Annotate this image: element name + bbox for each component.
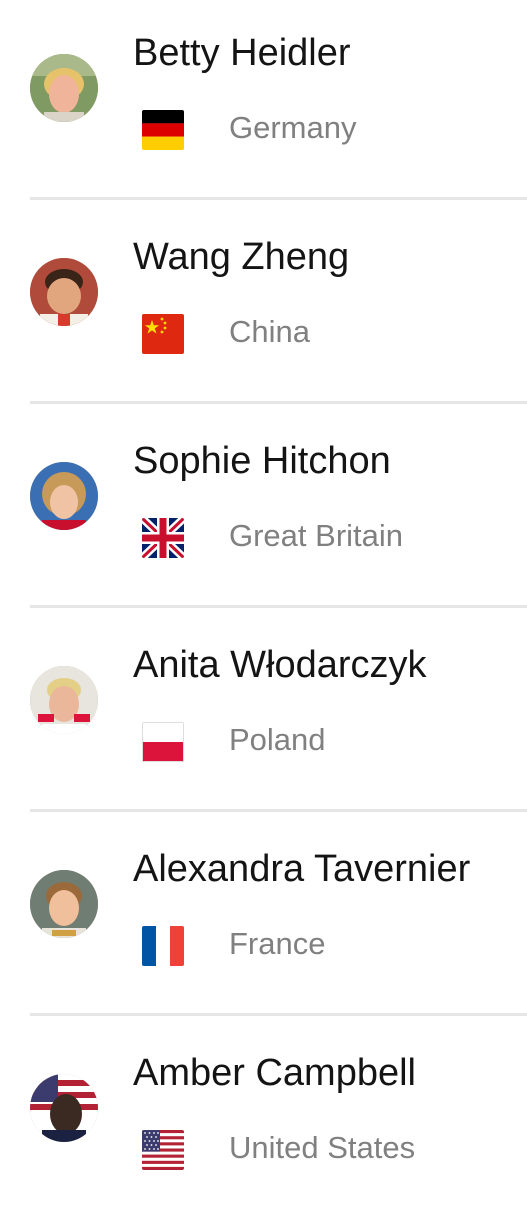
athlete-avatar [30,870,98,938]
athlete-row[interactable]: Betty Heidler Germany [0,0,527,204]
athlete-row[interactable]: Amber Campbell United States [0,1020,527,1224]
athlete-country: Great Britain [229,518,404,553]
flag-china-icon [142,314,184,354]
athlete-row[interactable]: Alexandra Tavernier France [0,816,527,1020]
athlete-name: Anita Włodarczyk [133,644,427,686]
flag-france-icon [142,926,184,966]
athlete-avatar [30,54,98,122]
athlete-country: France [229,926,326,961]
athlete-list: Betty Heidler Germany Wang Zheng China S… [0,0,527,1200]
athlete-row[interactable]: Anita Włodarczyk Poland [0,612,527,816]
athlete-name: Amber Campbell [133,1052,416,1094]
athlete-country: United States [229,1130,416,1165]
athlete-name: Wang Zheng [133,236,350,278]
athlete-name: Betty Heidler [133,32,351,74]
athlete-avatar [30,1074,98,1142]
row-divider [30,197,527,200]
flag-germany-icon [142,110,184,150]
row-divider [30,605,527,608]
row-divider [30,809,527,812]
athlete-avatar [30,258,98,326]
athlete-row[interactable]: Sophie Hitchon Great Britain [0,408,527,612]
row-divider [30,401,527,404]
flag-poland-icon [142,722,184,762]
athlete-name: Alexandra Tavernier [133,848,471,890]
flag-united-states-icon [142,1130,184,1170]
athlete-country: Poland [229,722,326,757]
row-divider [30,1013,527,1016]
athlete-country: China [229,314,310,349]
flag-great-britain-icon [142,518,184,558]
athlete-avatar [30,666,98,734]
athlete-name: Sophie Hitchon [133,440,391,482]
athlete-row[interactable]: Wang Zheng China [0,204,527,408]
athlete-country: Germany [229,110,357,145]
athlete-avatar [30,462,98,530]
